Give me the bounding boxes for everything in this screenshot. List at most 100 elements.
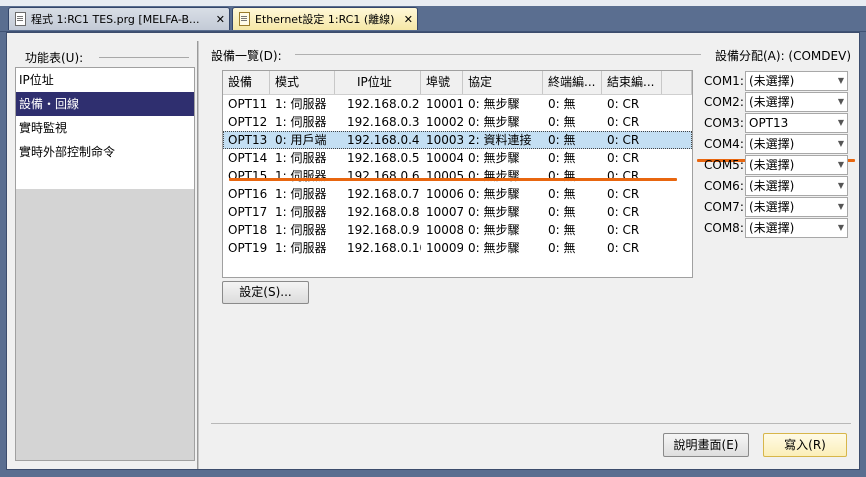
com-select[interactable]: (未選擇) ▼ xyxy=(745,218,848,238)
com-row-1: COM1: (未選擇) ▼ xyxy=(704,71,848,92)
chevron-down-icon[interactable]: ▼ xyxy=(838,114,844,132)
table-row[interactable]: OPT19 1: 伺服器 192.168.0.10 10009 0: 無步驟 0: 無 0:… xyxy=(223,239,692,257)
menu-item-realtime-external-control[interactable]: 實時外部控制命令 xyxy=(16,140,194,164)
com-select[interactable]: (未選擇) ▼ xyxy=(745,176,848,196)
table-body: OPT11 1: 伺服器 192.168.0.2 10001 0: 無步驟 0: 無 0: … xyxy=(223,95,692,257)
com-label: COM1: xyxy=(704,74,744,88)
cell-protocol: 0: 無步驟 xyxy=(468,205,520,219)
document-icon xyxy=(15,12,26,26)
cell-terminator: 0: 無 xyxy=(548,205,576,219)
chevron-down-icon[interactable]: ▼ xyxy=(838,177,844,195)
cell-device: OPT18 xyxy=(228,223,268,237)
com-select-value: (未選擇) xyxy=(749,221,795,235)
chevron-down-icon[interactable]: ▼ xyxy=(838,156,844,174)
tab-program[interactable]: 程式 1:RC1 TES.prg [MELFA-B... ✕ xyxy=(8,7,230,30)
column-header-end-code[interactable]: 結束編... xyxy=(602,71,662,94)
cell-device: OPT11 xyxy=(228,97,268,111)
com-select-value: (未選擇) xyxy=(749,95,795,109)
menu-title-divider xyxy=(99,57,189,58)
column-header-device[interactable]: 設備 xyxy=(223,71,270,94)
cell-port: 10003 xyxy=(426,133,463,147)
column-header-terminator[interactable]: 終端編... xyxy=(543,71,602,94)
menu-title: 功能表(U): xyxy=(25,51,84,65)
cell-end-code: 0: CR xyxy=(607,151,640,165)
table-row[interactable]: OPT18 1: 伺服器 192.168.0.9 10008 0: 無步驟 0: 無 0: … xyxy=(223,221,692,239)
menu-item-realtime-monitor[interactable]: 實時監視 xyxy=(16,116,194,140)
chevron-down-icon[interactable]: ▼ xyxy=(838,135,844,153)
com-label: COM3: xyxy=(704,116,744,130)
com-row-8: COM8: (未選擇) ▼ xyxy=(704,218,848,239)
column-header-spacer xyxy=(662,71,692,94)
menu-item-ip-address[interactable]: IP位址 xyxy=(16,68,194,92)
cell-port: 10002 xyxy=(426,115,463,129)
com-row-3: COM3: OPT13 ▼ xyxy=(704,113,848,134)
com-select-value: (未選擇) xyxy=(749,200,795,214)
cell-end-code: 0: CR xyxy=(607,133,640,147)
close-icon[interactable]: ✕ xyxy=(404,13,413,26)
table-row[interactable]: OPT14 1: 伺服器 192.168.0.5 10004 0: 無步驟 0: 無 0: … xyxy=(223,149,692,167)
com-select[interactable]: (未選擇) ▼ xyxy=(745,71,848,91)
com-select[interactable]: (未選擇) ▼ xyxy=(745,155,848,175)
chevron-down-icon[interactable]: ▼ xyxy=(838,72,844,90)
cell-ip: 192.168.0.5 xyxy=(347,151,420,165)
com-select[interactable]: OPT13 ▼ xyxy=(745,113,848,133)
cell-ip: 192.168.0.9 xyxy=(347,223,420,237)
settings-button[interactable]: 設定(S)... xyxy=(222,281,309,304)
panel-splitter[interactable] xyxy=(197,41,199,469)
close-icon[interactable]: ✕ xyxy=(216,13,225,26)
com-select-value: (未選擇) xyxy=(749,158,795,172)
com-select[interactable]: (未選擇) ▼ xyxy=(745,197,848,217)
cell-protocol: 0: 無步驟 xyxy=(468,241,520,255)
cell-mode: 1: 伺服器 xyxy=(275,169,327,183)
com-select[interactable]: (未選擇) ▼ xyxy=(745,134,848,154)
cell-terminator: 0: 無 xyxy=(548,97,576,111)
ethernet-settings-window: 功能表(U): IP位址 設備・回線 實時監視 實時外部控制命令 設備一覽(D)… xyxy=(6,32,860,470)
menu-list: IP位址 設備・回線 實時監視 實時外部控制命令 xyxy=(15,67,195,461)
cell-device: OPT16 xyxy=(228,187,268,201)
cell-port: 10009 xyxy=(426,241,463,255)
cell-device: OPT13 xyxy=(228,133,268,147)
table-row[interactable]: OPT12 1: 伺服器 192.168.0.3 10002 0: 無步驟 0: 無 0: … xyxy=(223,113,692,131)
com-label: COM6: xyxy=(704,179,744,193)
cell-ip: 192.168.0.10 xyxy=(347,241,421,255)
column-header-ip[interactable]: IP位址 xyxy=(335,71,421,94)
device-list-title: 設備一覽(D): xyxy=(211,49,282,63)
cell-protocol: 0: 無步驟 xyxy=(468,223,520,237)
write-button[interactable]: 寫入(R) xyxy=(763,433,847,457)
table-row[interactable]: OPT17 1: 伺服器 192.168.0.8 10007 0: 無步驟 0: 無 0: … xyxy=(223,203,692,221)
cell-mode: 1: 伺服器 xyxy=(275,187,327,201)
device-list-table: 設備 模式 IP位址 埠號 協定 終端編... 結束編... OPT11 1: 伺… xyxy=(222,70,693,278)
document-tab-bar: 程式 1:RC1 TES.prg [MELFA-B... ✕ Ethernet設… xyxy=(0,0,866,32)
column-header-port[interactable]: 埠號 xyxy=(421,71,463,94)
cell-end-code: 0: CR xyxy=(607,205,640,219)
cell-ip: 192.168.0.7 xyxy=(347,187,420,201)
com-select[interactable]: (未選擇) ▼ xyxy=(745,92,848,112)
cell-protocol: 0: 無步驟 xyxy=(468,151,520,165)
table-row[interactable]: OPT15 1: 伺服器 192.168.0.6 10005 0: 無步驟 0: 無 0: … xyxy=(223,167,692,185)
cell-port: 10004 xyxy=(426,151,463,165)
column-header-protocol[interactable]: 協定 xyxy=(463,71,543,94)
chevron-down-icon[interactable]: ▼ xyxy=(838,93,844,111)
help-button[interactable]: 說明畫面(E) xyxy=(663,433,749,457)
menu-item-device-line[interactable]: 設備・回線 xyxy=(16,92,194,116)
cell-terminator: 0: 無 xyxy=(548,223,576,237)
com-row-6: COM6: (未選擇) ▼ xyxy=(704,176,848,197)
cell-terminator: 0: 無 xyxy=(548,169,576,183)
tab-ethernet-settings[interactable]: Ethernet設定 1:RC1 (離線) ✕ xyxy=(232,7,418,30)
chevron-down-icon[interactable]: ▼ xyxy=(838,198,844,216)
cell-protocol: 0: 無步驟 xyxy=(468,115,520,129)
com-row-7: COM7: (未選擇) ▼ xyxy=(704,197,848,218)
cell-device: OPT14 xyxy=(228,151,268,165)
cell-ip: 192.168.0.4 xyxy=(347,133,420,147)
cell-device: OPT12 xyxy=(228,115,268,129)
table-row[interactable]: OPT11 1: 伺服器 192.168.0.2 10001 0: 無步驟 0: 無 0: … xyxy=(223,95,692,113)
com-label: COM4: xyxy=(704,137,744,151)
column-header-mode[interactable]: 模式 xyxy=(270,71,335,94)
cell-mode: 0: 用戶端 xyxy=(275,133,327,147)
cell-end-code: 0: CR xyxy=(607,169,640,183)
table-row[interactable]: OPT13 0: 用戶端 192.168.0.4 10003 2: 資料連接 0: 無 0:… xyxy=(223,131,692,149)
table-row[interactable]: OPT16 1: 伺服器 192.168.0.7 10006 0: 無步驟 0: 無 0: … xyxy=(223,185,692,203)
chevron-down-icon[interactable]: ▼ xyxy=(838,219,844,237)
cell-port: 10001 xyxy=(426,97,463,111)
cell-ip: 192.168.0.8 xyxy=(347,205,420,219)
